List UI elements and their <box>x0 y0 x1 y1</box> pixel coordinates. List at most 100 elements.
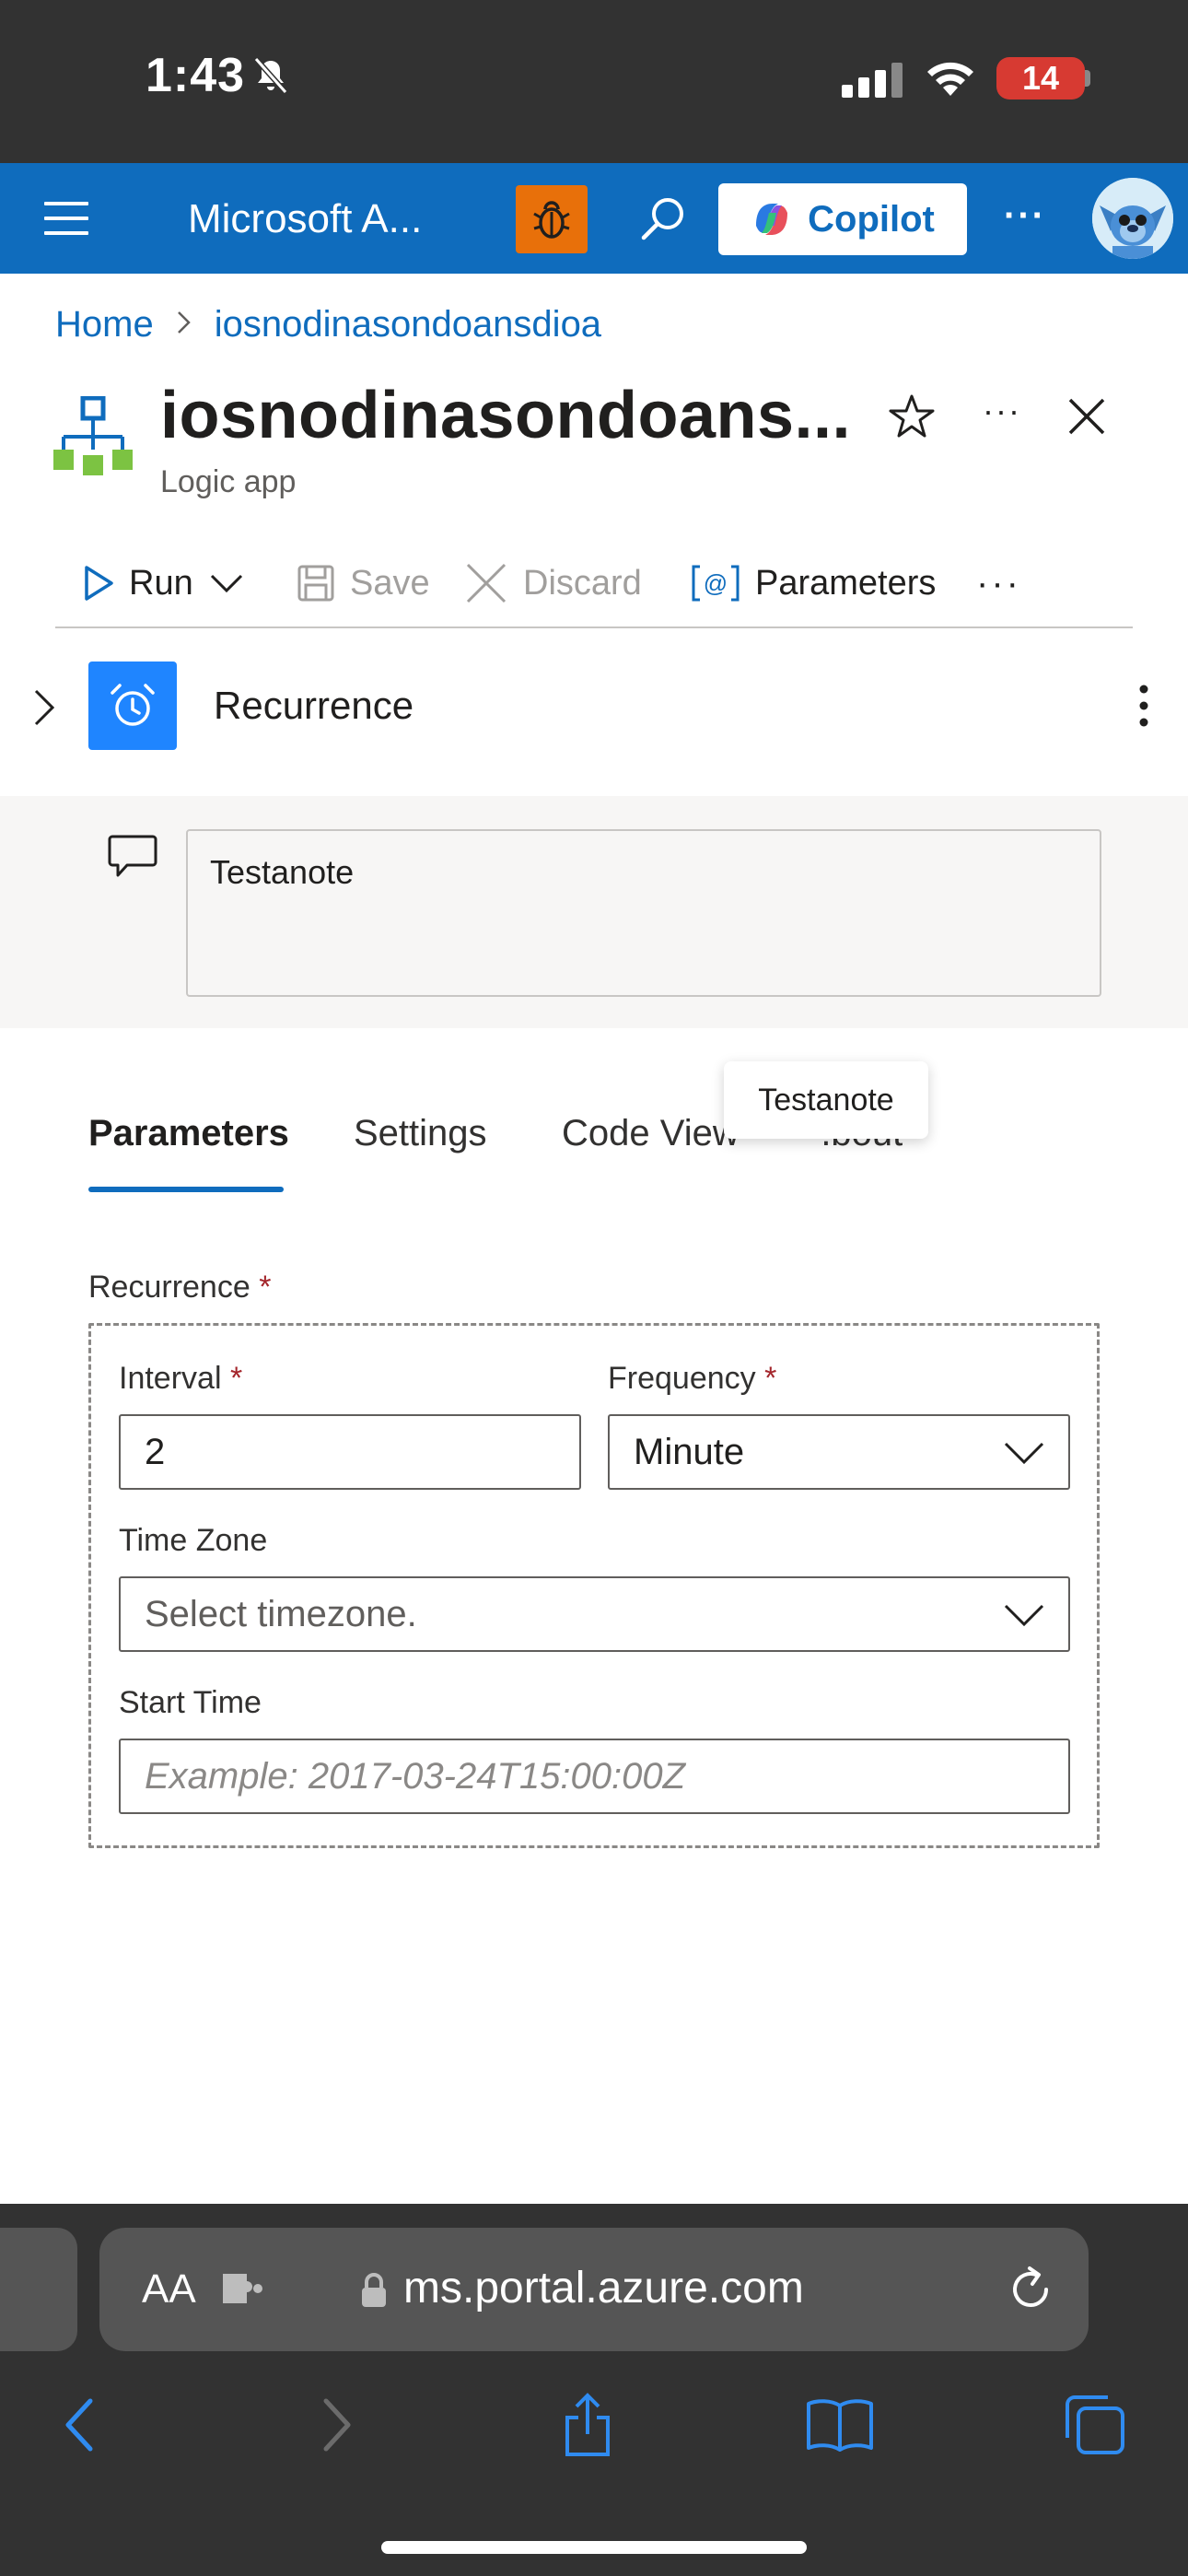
user-avatar-icon <box>1092 178 1173 259</box>
bell-slash-icon <box>250 55 291 100</box>
alarm-clock-icon <box>88 662 177 750</box>
play-icon <box>85 566 113 601</box>
recurrence-label-text: Recurrence <box>88 1270 250 1305</box>
battery-cap <box>1085 70 1090 87</box>
run-button[interactable]: Run <box>83 553 245 614</box>
timezone-label: Time Zone <box>119 1523 268 1558</box>
url-text: ms.portal.azure.com <box>403 2264 804 2313</box>
required-mark: * <box>764 1361 777 1396</box>
logic-app-icon <box>52 395 134 479</box>
save-label: Save <box>350 563 430 603</box>
bookmarks-button[interactable] <box>803 2388 877 2462</box>
avatar[interactable] <box>1092 178 1173 259</box>
interval-input[interactable]: 2 <box>119 1414 581 1490</box>
timezone-dropdown[interactable]: Select timezone. <box>119 1576 1070 1652</box>
favorite-button[interactable] <box>886 391 938 442</box>
recurrence-card-header[interactable]: Recurrence <box>0 645 1188 770</box>
start-time-label: Start Time <box>119 1685 262 1720</box>
discard-button[interactable]: Discard <box>464 553 642 614</box>
required-mark: * <box>229 1361 243 1396</box>
ios-status-bar: 1:43 14 <box>0 0 1188 163</box>
search-button[interactable] <box>635 191 691 246</box>
forward-button[interactable] <box>300 2388 374 2462</box>
interval-label: Interval * <box>119 1361 242 1397</box>
share-button[interactable] <box>551 2388 624 2462</box>
required-mark: * <box>259 1270 272 1305</box>
frequency-value: Minute <box>634 1431 745 1472</box>
breadcrumb-resource[interactable]: iosnodinasondoansdioa <box>215 304 601 345</box>
wifi-icon <box>925 57 976 102</box>
bug-report-button[interactable] <box>516 185 588 253</box>
chevron-down-icon <box>1004 1604 1044 1627</box>
note-textarea[interactable]: Testanote <box>186 829 1101 997</box>
vertical-more-icon[interactable] <box>1125 678 1162 733</box>
close-icon <box>1068 398 1105 435</box>
start-time-placeholder: Example: 2017-03-24T15:00:00Z <box>145 1755 686 1797</box>
save-button[interactable]: Save <box>297 553 430 614</box>
share-icon <box>565 2393 610 2456</box>
portal-title[interactable]: Microsoft A... <box>188 196 422 242</box>
command-more-button[interactable]: ··· <box>976 553 1021 614</box>
portal-top-bar: Microsoft A... Copilot ··· <box>0 163 1188 274</box>
parameters-icon: @ <box>692 565 740 602</box>
breadcrumb-home[interactable]: Home <box>55 304 154 345</box>
card-title: Recurrence <box>214 684 414 727</box>
chevron-down-icon <box>1004 1442 1044 1465</box>
previous-tab-peek[interactable] <box>0 2228 77 2351</box>
frequency-label-text: Frequency <box>608 1361 756 1396</box>
parameters-button[interactable]: @ Parameters <box>691 553 936 614</box>
tabs-icon <box>1066 2395 1124 2454</box>
discard-icon <box>466 563 507 603</box>
close-button[interactable] <box>1061 391 1112 442</box>
parameters-label: Parameters <box>755 563 937 603</box>
discard-label: Discard <box>523 563 642 603</box>
header-more-button[interactable]: ··· <box>976 385 1028 437</box>
start-time-input[interactable]: Example: 2017-03-24T15:00:00Z <box>119 1739 1070 1814</box>
interval-value: 2 <box>145 1431 166 1472</box>
breadcrumb: Home iosnodinasondoansdioa <box>55 304 601 345</box>
active-tab-indicator <box>88 1187 284 1192</box>
tab-settings[interactable]: Settings <box>354 1113 487 1154</box>
copilot-label: Copilot <box>808 198 935 240</box>
tab-parameters[interactable]: Parameters <box>88 1113 289 1154</box>
chevron-down-icon[interactable] <box>208 571 245 595</box>
bug-icon <box>533 201 570 239</box>
chevron-right-icon <box>174 306 194 345</box>
comment-icon <box>107 833 158 885</box>
tab-code-view[interactable]: Code View <box>562 1113 740 1154</box>
chevron-right-icon <box>323 2398 351 2452</box>
frequency-dropdown[interactable]: Minute <box>608 1414 1070 1490</box>
chevron-left-icon <box>65 2398 93 2452</box>
star-icon <box>889 394 935 438</box>
command-bar: Run Save Discard @ Parameters ··· <box>55 544 1133 628</box>
timezone-placeholder: Select timezone. <box>145 1593 417 1634</box>
tabs-button[interactable] <box>1057 2388 1131 2462</box>
recurrence-fieldset: Interval * 2 Frequency * Minute Time Zon… <box>88 1323 1100 1848</box>
cellular-signal-icon <box>840 61 904 102</box>
resource-type: Logic app <box>160 464 297 499</box>
interval-label-text: Interval <box>119 1361 222 1396</box>
copilot-button[interactable]: Copilot <box>718 183 967 255</box>
chevron-right-icon[interactable] <box>31 687 57 732</box>
home-indicator <box>381 2541 807 2554</box>
reader-settings-button[interactable]: AA <box>142 2266 196 2313</box>
menu-icon[interactable] <box>44 202 88 235</box>
status-time: 1:43 <box>146 49 246 102</box>
note-area: Testanote <box>0 796 1188 1028</box>
page-title: iosnodinasondoans... <box>160 379 852 452</box>
note-tooltip: Testanote <box>724 1061 928 1139</box>
battery-icon: 14 <box>996 57 1085 100</box>
book-icon <box>807 2399 873 2452</box>
recurrence-group-label: Recurrence * <box>88 1270 271 1306</box>
extension-icon[interactable] <box>219 2268 267 2313</box>
save-icon <box>297 565 334 602</box>
lock-icon <box>359 2272 389 2313</box>
frequency-label: Frequency * <box>608 1361 776 1397</box>
svg-text:@: @ <box>704 569 728 597</box>
back-button[interactable] <box>42 2388 116 2462</box>
run-label: Run <box>129 563 193 603</box>
topbar-more-button[interactable]: ··· <box>995 183 1055 248</box>
search-icon <box>641 198 683 240</box>
address-bar[interactable]: AA ms.portal.azure.com <box>99 2228 1089 2351</box>
reload-icon[interactable] <box>1006 2265 1055 2319</box>
